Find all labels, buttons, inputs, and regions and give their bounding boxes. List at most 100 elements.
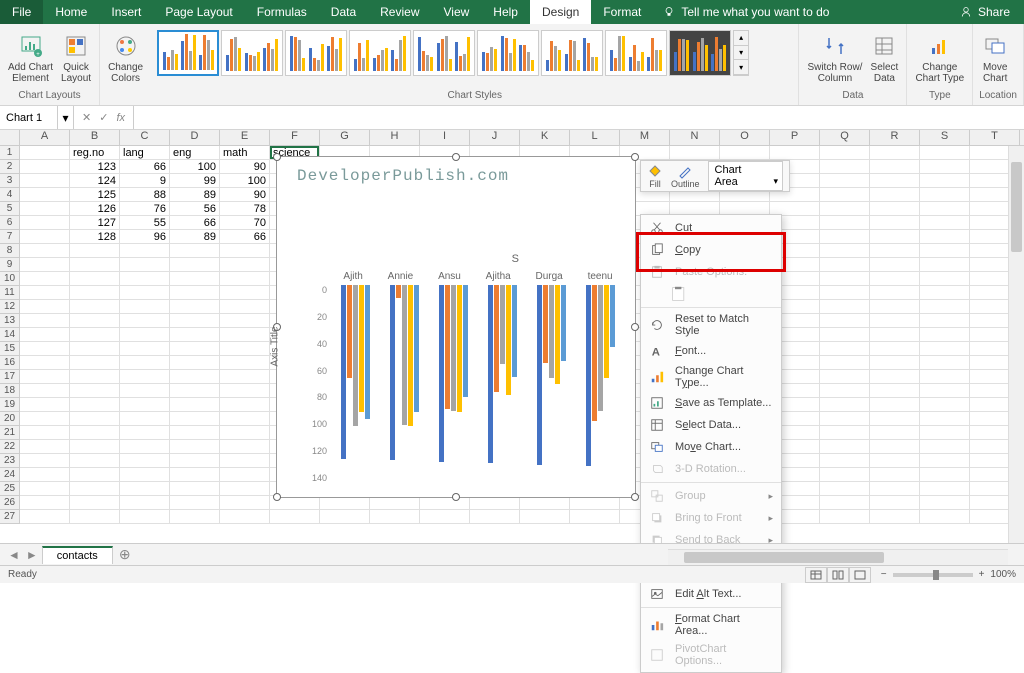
cell[interactable]: [170, 412, 220, 426]
cell[interactable]: [220, 510, 270, 524]
cell[interactable]: [820, 356, 870, 370]
cell[interactable]: [420, 510, 470, 524]
cell[interactable]: 89: [170, 230, 220, 244]
cell[interactable]: [920, 286, 970, 300]
cell[interactable]: [20, 300, 70, 314]
bar[interactable]: [402, 285, 407, 425]
bar[interactable]: [555, 285, 560, 384]
context-menu-edit-alt-text-[interactable]: Edit Alt Text...: [641, 583, 781, 605]
cell[interactable]: [920, 342, 970, 356]
row-header[interactable]: 25: [0, 482, 20, 496]
cell[interactable]: [470, 496, 520, 510]
cell[interactable]: [820, 370, 870, 384]
row-header[interactable]: 22: [0, 440, 20, 454]
add-chart-element-button[interactable]: + Add Chart Element: [6, 30, 55, 86]
cell[interactable]: [120, 286, 170, 300]
gallery-more-button[interactable]: ▴▾▾: [733, 30, 749, 76]
cell[interactable]: [870, 384, 920, 398]
cell[interactable]: 127: [70, 216, 120, 230]
cell[interactable]: [170, 454, 220, 468]
cell[interactable]: [920, 216, 970, 230]
cell[interactable]: [820, 230, 870, 244]
cell[interactable]: [220, 286, 270, 300]
cell[interactable]: [220, 370, 270, 384]
switch-row-column-button[interactable]: Switch Row/ Column: [805, 30, 864, 86]
row-header[interactable]: 26: [0, 496, 20, 510]
cell[interactable]: [170, 342, 220, 356]
cell[interactable]: [820, 174, 870, 188]
cell[interactable]: [220, 412, 270, 426]
bar-group[interactable]: [439, 285, 468, 483]
cell[interactable]: [820, 426, 870, 440]
cell[interactable]: [920, 146, 970, 160]
cell[interactable]: [220, 496, 270, 510]
cell[interactable]: [70, 342, 120, 356]
cell[interactable]: [870, 286, 920, 300]
row-header[interactable]: 1: [0, 146, 20, 160]
chart-style-thumb[interactable]: [413, 30, 475, 76]
cell[interactable]: [70, 398, 120, 412]
cell[interactable]: [820, 328, 870, 342]
cell[interactable]: [920, 356, 970, 370]
context-menu-move-chart-[interactable]: Move Chart...: [641, 436, 781, 458]
bar[interactable]: [549, 285, 554, 378]
cell[interactable]: [820, 314, 870, 328]
cell[interactable]: [120, 510, 170, 524]
cell[interactable]: [20, 482, 70, 496]
cell[interactable]: [870, 216, 920, 230]
column-header[interactable]: L: [570, 130, 620, 145]
cell[interactable]: [820, 398, 870, 412]
cell[interactable]: [220, 300, 270, 314]
tab-review[interactable]: Review: [368, 0, 431, 24]
cell[interactable]: [70, 496, 120, 510]
cell[interactable]: [920, 244, 970, 258]
cell[interactable]: [820, 188, 870, 202]
bar[interactable]: [512, 285, 517, 377]
zoom-in-button[interactable]: +: [979, 569, 985, 580]
cell[interactable]: [120, 258, 170, 272]
cell[interactable]: [870, 342, 920, 356]
zoom-out-button[interactable]: −: [881, 569, 887, 580]
bar[interactable]: [390, 285, 395, 460]
cell[interactable]: [870, 482, 920, 496]
cell[interactable]: [870, 300, 920, 314]
cell[interactable]: [920, 468, 970, 482]
tab-formulas[interactable]: Formulas: [245, 0, 319, 24]
cell[interactable]: [170, 328, 220, 342]
cell[interactable]: [120, 328, 170, 342]
cell[interactable]: [920, 258, 970, 272]
cell[interactable]: [20, 384, 70, 398]
row-header[interactable]: 4: [0, 188, 20, 202]
bar[interactable]: [341, 285, 346, 459]
chart-style-thumb[interactable]: [349, 30, 411, 76]
cell[interactable]: [20, 272, 70, 286]
column-header[interactable]: N: [670, 130, 720, 145]
cell[interactable]: [870, 272, 920, 286]
cell[interactable]: [920, 510, 970, 524]
cell[interactable]: [170, 468, 220, 482]
bar-group[interactable]: [488, 285, 517, 483]
cell[interactable]: [20, 188, 70, 202]
zoom-slider[interactable]: [893, 573, 973, 577]
select-data-button[interactable]: Select Data: [868, 30, 900, 86]
cell[interactable]: 100: [220, 174, 270, 188]
cell[interactable]: [20, 454, 70, 468]
column-header[interactable]: E: [220, 130, 270, 145]
cell[interactable]: [870, 426, 920, 440]
context-menu-format-chart-area-[interactable]: Format Chart Area...: [641, 610, 781, 640]
cell[interactable]: [120, 412, 170, 426]
cell[interactable]: [20, 426, 70, 440]
cell[interactable]: [220, 272, 270, 286]
tell-me-search[interactable]: Tell me what you want to do: [653, 0, 946, 24]
cell[interactable]: [370, 496, 420, 510]
cell[interactable]: [820, 216, 870, 230]
tab-pagelayout[interactable]: Page Layout: [153, 0, 244, 24]
cell[interactable]: [70, 440, 120, 454]
cell[interactable]: [820, 300, 870, 314]
bar-group[interactable]: [586, 285, 615, 483]
cell[interactable]: 100: [170, 160, 220, 174]
cell[interactable]: 66: [220, 230, 270, 244]
cell[interactable]: [170, 440, 220, 454]
cell[interactable]: [70, 258, 120, 272]
cell[interactable]: [870, 370, 920, 384]
